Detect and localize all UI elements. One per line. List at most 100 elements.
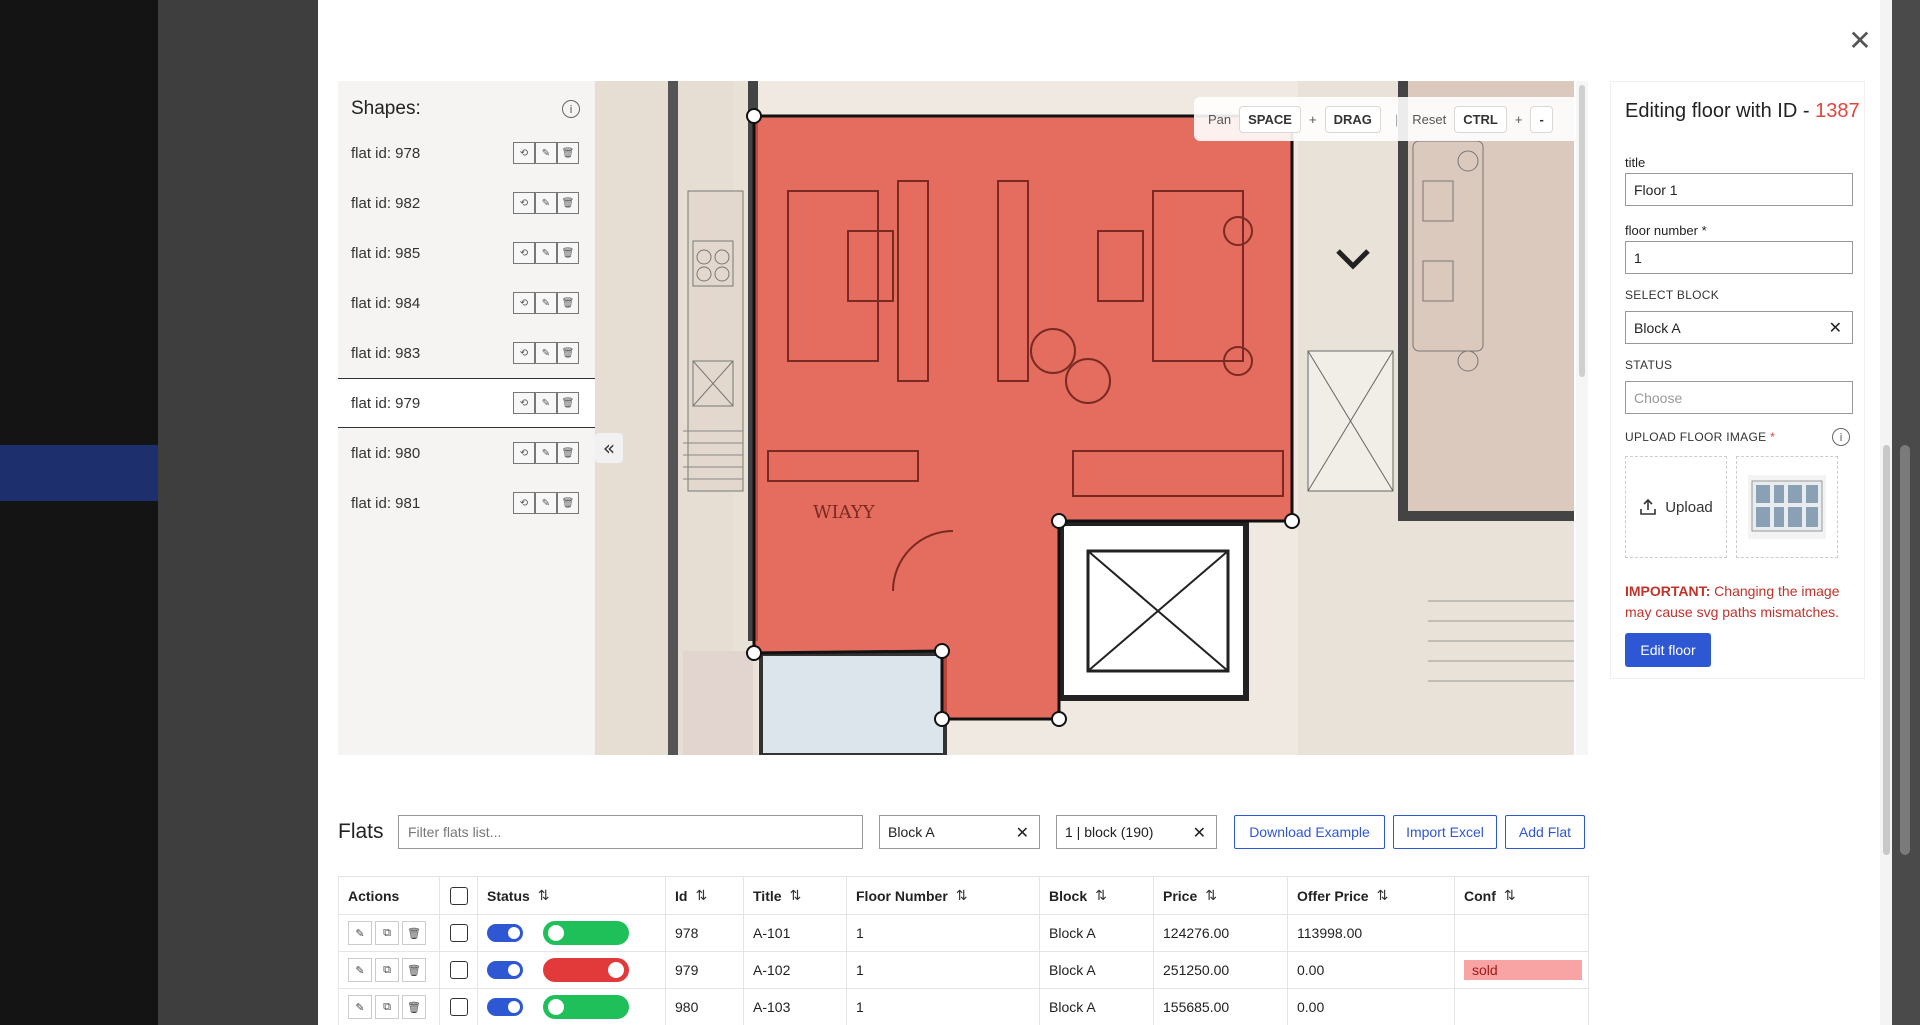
column-conf[interactable]: Conf ⇅ (1455, 877, 1588, 914)
floor-id: 1387 (1815, 100, 1860, 122)
edit-icon[interactable]: ✎ (348, 921, 372, 945)
trash-icon[interactable]: 🗑 (402, 921, 426, 945)
shape-item[interactable]: flat id: 985 ⟲ ✎ 🗑 (338, 228, 595, 278)
floor-number-input[interactable]: 1 (1625, 241, 1853, 274)
shape-item[interactable]: flat id: 984 ⟲ ✎ 🗑 (338, 278, 595, 328)
modal-scrollbar[interactable] (1880, 0, 1892, 1025)
trash-icon[interactable]: 🗑 (557, 142, 579, 164)
refresh-icon[interactable]: ⟲ (513, 292, 535, 314)
refresh-icon[interactable]: ⟲ (513, 492, 535, 514)
copy-icon[interactable]: ⧉ (375, 921, 399, 945)
edit-icon[interactable]: ✎ (535, 392, 557, 414)
column-title[interactable]: Title ⇅ (744, 877, 847, 914)
sort-icon[interactable]: ⇅ (1504, 888, 1516, 904)
availability-toggle[interactable] (543, 995, 629, 1019)
sort-icon[interactable]: ⇅ (695, 888, 707, 904)
trash-icon[interactable]: 🗑 (557, 392, 579, 414)
column-offer-price[interactable]: Offer Price ⇅ (1288, 877, 1455, 914)
canvas-scrollbar-thumb[interactable] (1579, 85, 1585, 377)
sort-icon[interactable]: ⇅ (1205, 888, 1217, 904)
column-status[interactable]: Status ⇅ (478, 877, 666, 914)
status-label: STATUS (1625, 358, 1673, 372)
active-toggle[interactable] (487, 961, 523, 979)
column-id[interactable]: Id ⇅ (666, 877, 744, 914)
copy-icon[interactable]: ⧉ (375, 958, 399, 982)
column-block[interactable]: Block ⇅ (1040, 877, 1154, 914)
availability-toggle[interactable] (543, 921, 629, 945)
trash-icon[interactable]: 🗑 (557, 342, 579, 364)
sort-icon[interactable]: ⇅ (1095, 888, 1107, 904)
clear-icon[interactable]: ✕ (1829, 318, 1842, 337)
download-example-button[interactable]: Download Example (1234, 815, 1385, 849)
trash-icon[interactable]: 🗑 (557, 492, 579, 514)
block-select[interactable]: Block A ✕ (1625, 311, 1853, 344)
select-block-label: SELECT BLOCK (1625, 288, 1720, 302)
edit-floor-button[interactable]: Edit floor (1625, 633, 1711, 667)
trash-icon[interactable]: 🗑 (402, 958, 426, 982)
clear-icon[interactable]: ✕ (1193, 823, 1206, 842)
edit-icon[interactable]: ✎ (535, 342, 557, 364)
cell-offer-price: 0.00 (1288, 952, 1455, 988)
select-all-checkbox[interactable] (449, 886, 468, 905)
page-scrollbar-thumb[interactable] (1900, 445, 1910, 855)
clear-icon[interactable]: ✕ (1016, 823, 1029, 842)
import-excel-button[interactable]: Import Excel (1393, 815, 1497, 849)
floor-plan-canvas[interactable]: WIAYY Shapes: i flat id: 978 ⟲ ✎ 🗑 flat id: … (338, 81, 1574, 755)
row-checkbox[interactable] (449, 924, 468, 942)
edit-icon[interactable]: ✎ (535, 192, 557, 214)
floor-filter-select[interactable]: 1 | block (190) ✕ (1056, 815, 1217, 849)
trash-icon[interactable]: 🗑 (557, 292, 579, 314)
shape-item-actions: ⟲ ✎ 🗑 (513, 242, 579, 264)
shape-item[interactable]: flat id: 982 ⟲ ✎ 🗑 (338, 178, 595, 228)
availability-toggle[interactable] (543, 958, 629, 982)
status-select[interactable]: Choose (1625, 381, 1853, 414)
page-scrollbar[interactable] (1892, 0, 1920, 1025)
refresh-icon[interactable]: ⟲ (513, 342, 535, 364)
trash-icon[interactable]: 🗑 (557, 442, 579, 464)
shape-item[interactable]: flat id: 979 ⟲ ✎ 🗑 (338, 378, 595, 428)
sort-icon[interactable]: ⇅ (538, 888, 550, 904)
add-flat-button[interactable]: Add Flat (1505, 815, 1585, 849)
info-icon[interactable]: i (562, 100, 580, 118)
edit-icon[interactable]: ✎ (348, 958, 372, 982)
shape-item[interactable]: flat id: 978 ⟲ ✎ 🗑 (338, 128, 595, 178)
refresh-icon[interactable]: ⟲ (513, 442, 535, 464)
sort-icon[interactable]: ⇅ (1377, 888, 1389, 904)
edit-icon[interactable]: ✎ (535, 492, 557, 514)
title-input[interactable]: Floor 1 (1625, 173, 1853, 206)
block-filter-select[interactable]: Block A ✕ (879, 815, 1040, 849)
edit-icon[interactable]: ✎ (535, 242, 557, 264)
active-toggle[interactable] (487, 924, 523, 942)
flats-search-input[interactable]: Filter flats list... (398, 815, 863, 849)
shape-item[interactable]: flat id: 981 ⟲ ✎ 🗑 (338, 478, 595, 528)
row-checkbox[interactable] (449, 998, 468, 1016)
refresh-icon[interactable]: ⟲ (513, 242, 535, 264)
double-chevron-left-icon[interactable]: « (595, 433, 623, 463)
sort-icon[interactable]: ⇅ (956, 888, 968, 904)
row-checkbox[interactable] (449, 961, 468, 979)
modal-scrollbar-thumb[interactable] (1883, 445, 1890, 855)
info-icon[interactable]: i (1832, 428, 1850, 446)
refresh-icon[interactable]: ⟲ (513, 392, 535, 414)
shape-item[interactable]: flat id: 980 ⟲ ✎ 🗑 (338, 428, 595, 478)
upload-button[interactable]: Upload (1625, 456, 1727, 558)
cell-price: 155685.00 (1154, 989, 1288, 1025)
copy-icon[interactable]: ⧉ (375, 995, 399, 1019)
edit-icon[interactable]: ✎ (535, 292, 557, 314)
canvas-scrollbar[interactable] (1576, 81, 1588, 755)
sort-icon[interactable]: ⇅ (790, 888, 802, 904)
trash-icon[interactable]: 🗑 (557, 192, 579, 214)
edit-icon[interactable]: ✎ (535, 442, 557, 464)
floor-image-thumbnail[interactable] (1736, 456, 1838, 558)
column-floor-number[interactable]: Floor Number ⇅ (847, 877, 1040, 914)
refresh-icon[interactable]: ⟲ (513, 142, 535, 164)
column-price[interactable]: Price ⇅ (1154, 877, 1288, 914)
edit-icon[interactable]: ✎ (535, 142, 557, 164)
shape-item[interactable]: flat id: 983 ⟲ ✎ 🗑 (338, 328, 595, 378)
trash-icon[interactable]: 🗑 (557, 242, 579, 264)
refresh-icon[interactable]: ⟲ (513, 192, 535, 214)
close-icon[interactable]: ✕ (1840, 20, 1880, 60)
active-toggle[interactable] (487, 998, 523, 1016)
edit-icon[interactable]: ✎ (348, 995, 372, 1019)
trash-icon[interactable]: 🗑 (402, 995, 426, 1019)
